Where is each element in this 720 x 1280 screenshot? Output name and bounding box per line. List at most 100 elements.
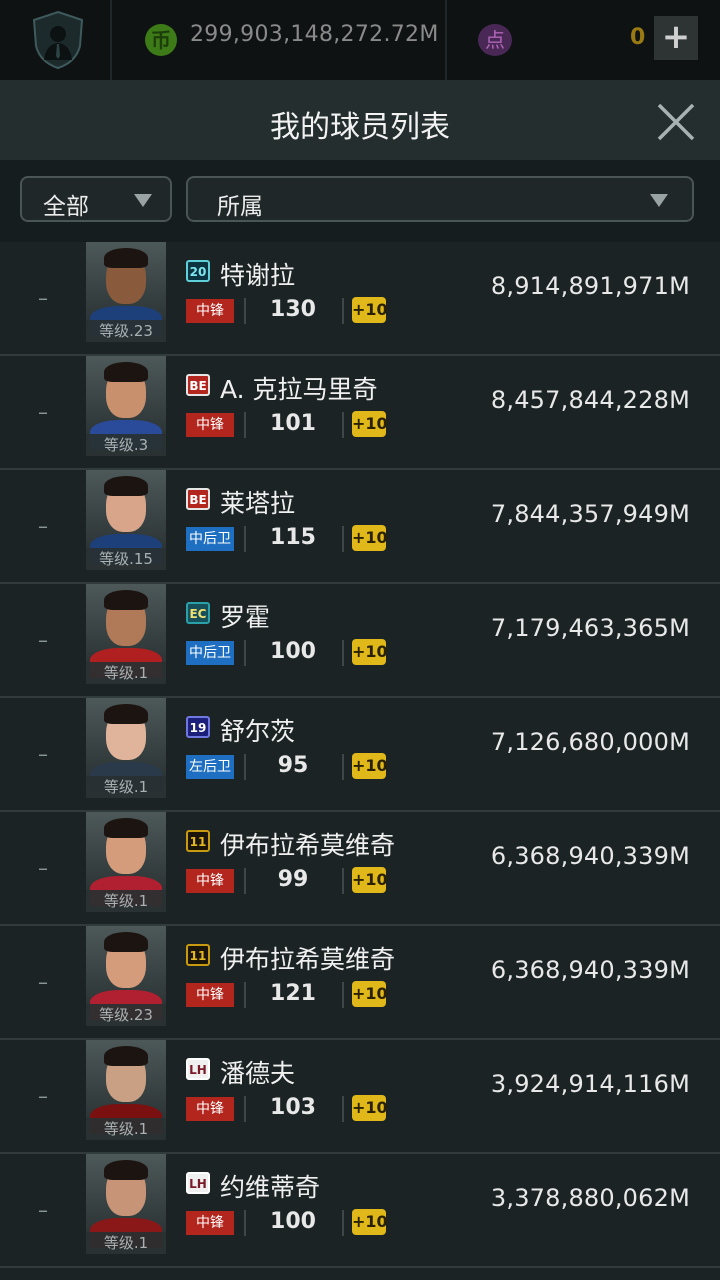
position-badge: 中锋 <box>186 299 234 323</box>
rank-placeholder: – <box>38 286 48 310</box>
player-level: 等级.15 <box>86 548 166 570</box>
manager-badge-icon[interactable] <box>30 10 86 70</box>
player-level: 等级.1 <box>86 662 166 684</box>
player-ovr: 95 <box>277 753 309 778</box>
coin-icon: 币 <box>145 24 177 56</box>
season-badge-icon: BE <box>186 374 210 396</box>
upgrade-badge: +10 <box>352 525 388 551</box>
divider <box>244 526 246 552</box>
season-badge-icon: 11 <box>186 944 210 966</box>
player-value: 6,368,940,339M <box>490 842 690 870</box>
player-level: 等级.23 <box>86 1004 166 1026</box>
divider <box>244 982 246 1008</box>
add-points-button[interactable]: + <box>654 16 698 60</box>
player-value: 3,924,914,116M <box>490 1070 690 1098</box>
player-value: 7,844,357,949M <box>490 500 690 528</box>
divider <box>342 982 344 1008</box>
player-row[interactable]: – 等级.1 19 舒尔茨 左后卫 95 +10 7,126,680,000M <box>0 698 720 812</box>
player-ovr: 115 <box>270 525 316 550</box>
divider <box>342 1210 344 1236</box>
player-portrait: 等级.1 <box>86 812 166 912</box>
player-row[interactable]: – 等级.3 BE A. 克拉马里奇 中锋 101 +10 8,457,844,… <box>0 356 720 470</box>
position-badge: 中锋 <box>186 869 234 893</box>
player-ovr: 99 <box>277 867 309 892</box>
points-icon: 点 <box>478 24 512 56</box>
player-row[interactable]: – 等级.15 BE 莱塔拉 中后卫 115 +10 7,844,357,949… <box>0 470 720 584</box>
chevron-down-icon <box>134 194 152 207</box>
position-badge: 中锋 <box>186 1097 234 1121</box>
rank-placeholder: – <box>38 856 48 880</box>
player-list: – 等级.23 20 特谢拉 中锋 130 +10 8,914,891,971M… <box>0 242 720 1268</box>
player-value: 8,457,844,228M <box>490 386 690 414</box>
upgrade-badge: +10 <box>352 411 388 437</box>
player-row[interactable]: – 等级.23 20 特谢拉 中锋 130 +10 8,914,891,971M <box>0 242 720 356</box>
chevron-down-icon <box>650 194 668 207</box>
player-value: 6,368,940,339M <box>490 956 690 984</box>
upgrade-badge: +10 <box>352 297 388 323</box>
divider <box>244 1210 246 1236</box>
close-icon[interactable] <box>656 102 696 142</box>
player-value: 7,126,680,000M <box>490 728 690 756</box>
player-row[interactable]: – 等级.1 LH 约维蒂奇 中锋 100 +10 3,378,880,062M <box>0 1154 720 1268</box>
divider <box>342 298 344 324</box>
player-row[interactable]: – 等级.1 11 伊布拉希莫维奇 中锋 99 +10 6,368,940,33… <box>0 812 720 926</box>
season-badge-icon: LH <box>186 1058 210 1080</box>
player-ovr: 103 <box>270 1095 316 1120</box>
rank-placeholder: – <box>38 1198 48 1222</box>
season-badge-icon: EC <box>186 602 210 624</box>
divider <box>342 412 344 438</box>
divider <box>244 1096 246 1122</box>
player-row[interactable]: – 等级.1 EC 罗霍 中后卫 100 +10 7,179,463,365M <box>0 584 720 698</box>
upgrade-badge: +10 <box>352 639 388 665</box>
scope-dropdown[interactable]: 全部 <box>20 176 172 222</box>
upgrade-badge: +10 <box>352 867 388 893</box>
player-ovr: 121 <box>270 981 316 1006</box>
divider <box>244 754 246 780</box>
player-row[interactable]: – 等级.23 11 伊布拉希莫维奇 中锋 121 +10 6,368,940,… <box>0 926 720 1040</box>
page-title: 我的球员列表 <box>270 110 450 145</box>
divider <box>342 526 344 552</box>
season-badge-icon: 11 <box>186 830 210 852</box>
season-badge-icon: LH <box>186 1172 210 1194</box>
player-portrait: 等级.3 <box>86 356 166 456</box>
rank-placeholder: – <box>38 628 48 652</box>
player-ovr: 100 <box>270 639 316 664</box>
player-name: A. 克拉马里奇 <box>220 375 378 404</box>
divider <box>244 640 246 666</box>
player-portrait: 等级.1 <box>86 1040 166 1140</box>
player-row[interactable]: – 等级.1 LH 潘德夫 中锋 103 +10 3,924,914,116M <box>0 1040 720 1154</box>
player-name: 潘德夫 <box>220 1059 296 1088</box>
player-level: 等级.1 <box>86 776 166 798</box>
divider <box>244 868 246 894</box>
rank-placeholder: – <box>38 514 48 538</box>
player-name: 特谢拉 <box>220 261 296 290</box>
divider <box>342 754 344 780</box>
player-level: 等级.1 <box>86 1232 166 1254</box>
player-ovr: 100 <box>270 1209 316 1234</box>
rank-placeholder: – <box>38 400 48 424</box>
season-badge-icon: BE <box>186 488 210 510</box>
player-value: 8,914,891,971M <box>490 272 690 300</box>
position-badge: 中后卫 <box>186 527 234 551</box>
player-level: 等级.23 <box>86 320 166 342</box>
player-value: 7,179,463,365M <box>490 614 690 642</box>
position-badge: 左后卫 <box>186 755 234 779</box>
player-name: 罗霍 <box>220 603 271 632</box>
rank-placeholder: – <box>38 970 48 994</box>
player-level: 等级.1 <box>86 1118 166 1140</box>
player-name: 约维蒂奇 <box>220 1173 321 1202</box>
position-badge: 中锋 <box>186 413 234 437</box>
player-name: 莱塔拉 <box>220 489 296 518</box>
upgrade-badge: +10 <box>352 981 388 1007</box>
player-name: 伊布拉希莫维奇 <box>220 831 396 860</box>
player-portrait: 等级.23 <box>86 242 166 342</box>
coin-balance: 299,903,148,272.72M <box>190 22 439 47</box>
divider <box>342 1096 344 1122</box>
team-dropdown[interactable]: 所属 <box>186 176 694 222</box>
player-portrait: 等级.15 <box>86 470 166 570</box>
player-value: 3,378,880,062M <box>490 1184 690 1212</box>
upgrade-badge: +10 <box>352 753 388 779</box>
divider <box>342 640 344 666</box>
upgrade-badge: +10 <box>352 1095 388 1121</box>
player-level: 等级.3 <box>86 434 166 456</box>
